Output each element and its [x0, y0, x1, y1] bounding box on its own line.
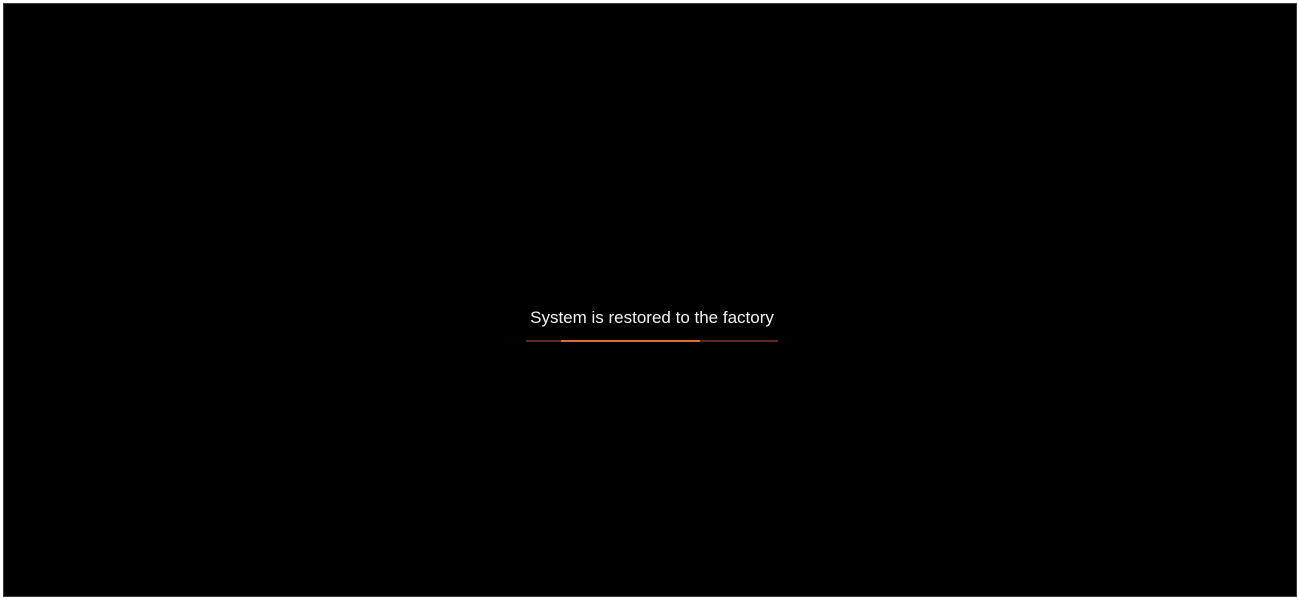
restore-progress-track: [526, 340, 778, 342]
restore-progress-indicator: [561, 340, 700, 342]
restore-status-text: System is restored to the factory: [530, 308, 774, 327]
restore-panel: System is restored to the factory: [526, 306, 778, 342]
restore-screen: System is restored to the factory: [3, 3, 1297, 597]
